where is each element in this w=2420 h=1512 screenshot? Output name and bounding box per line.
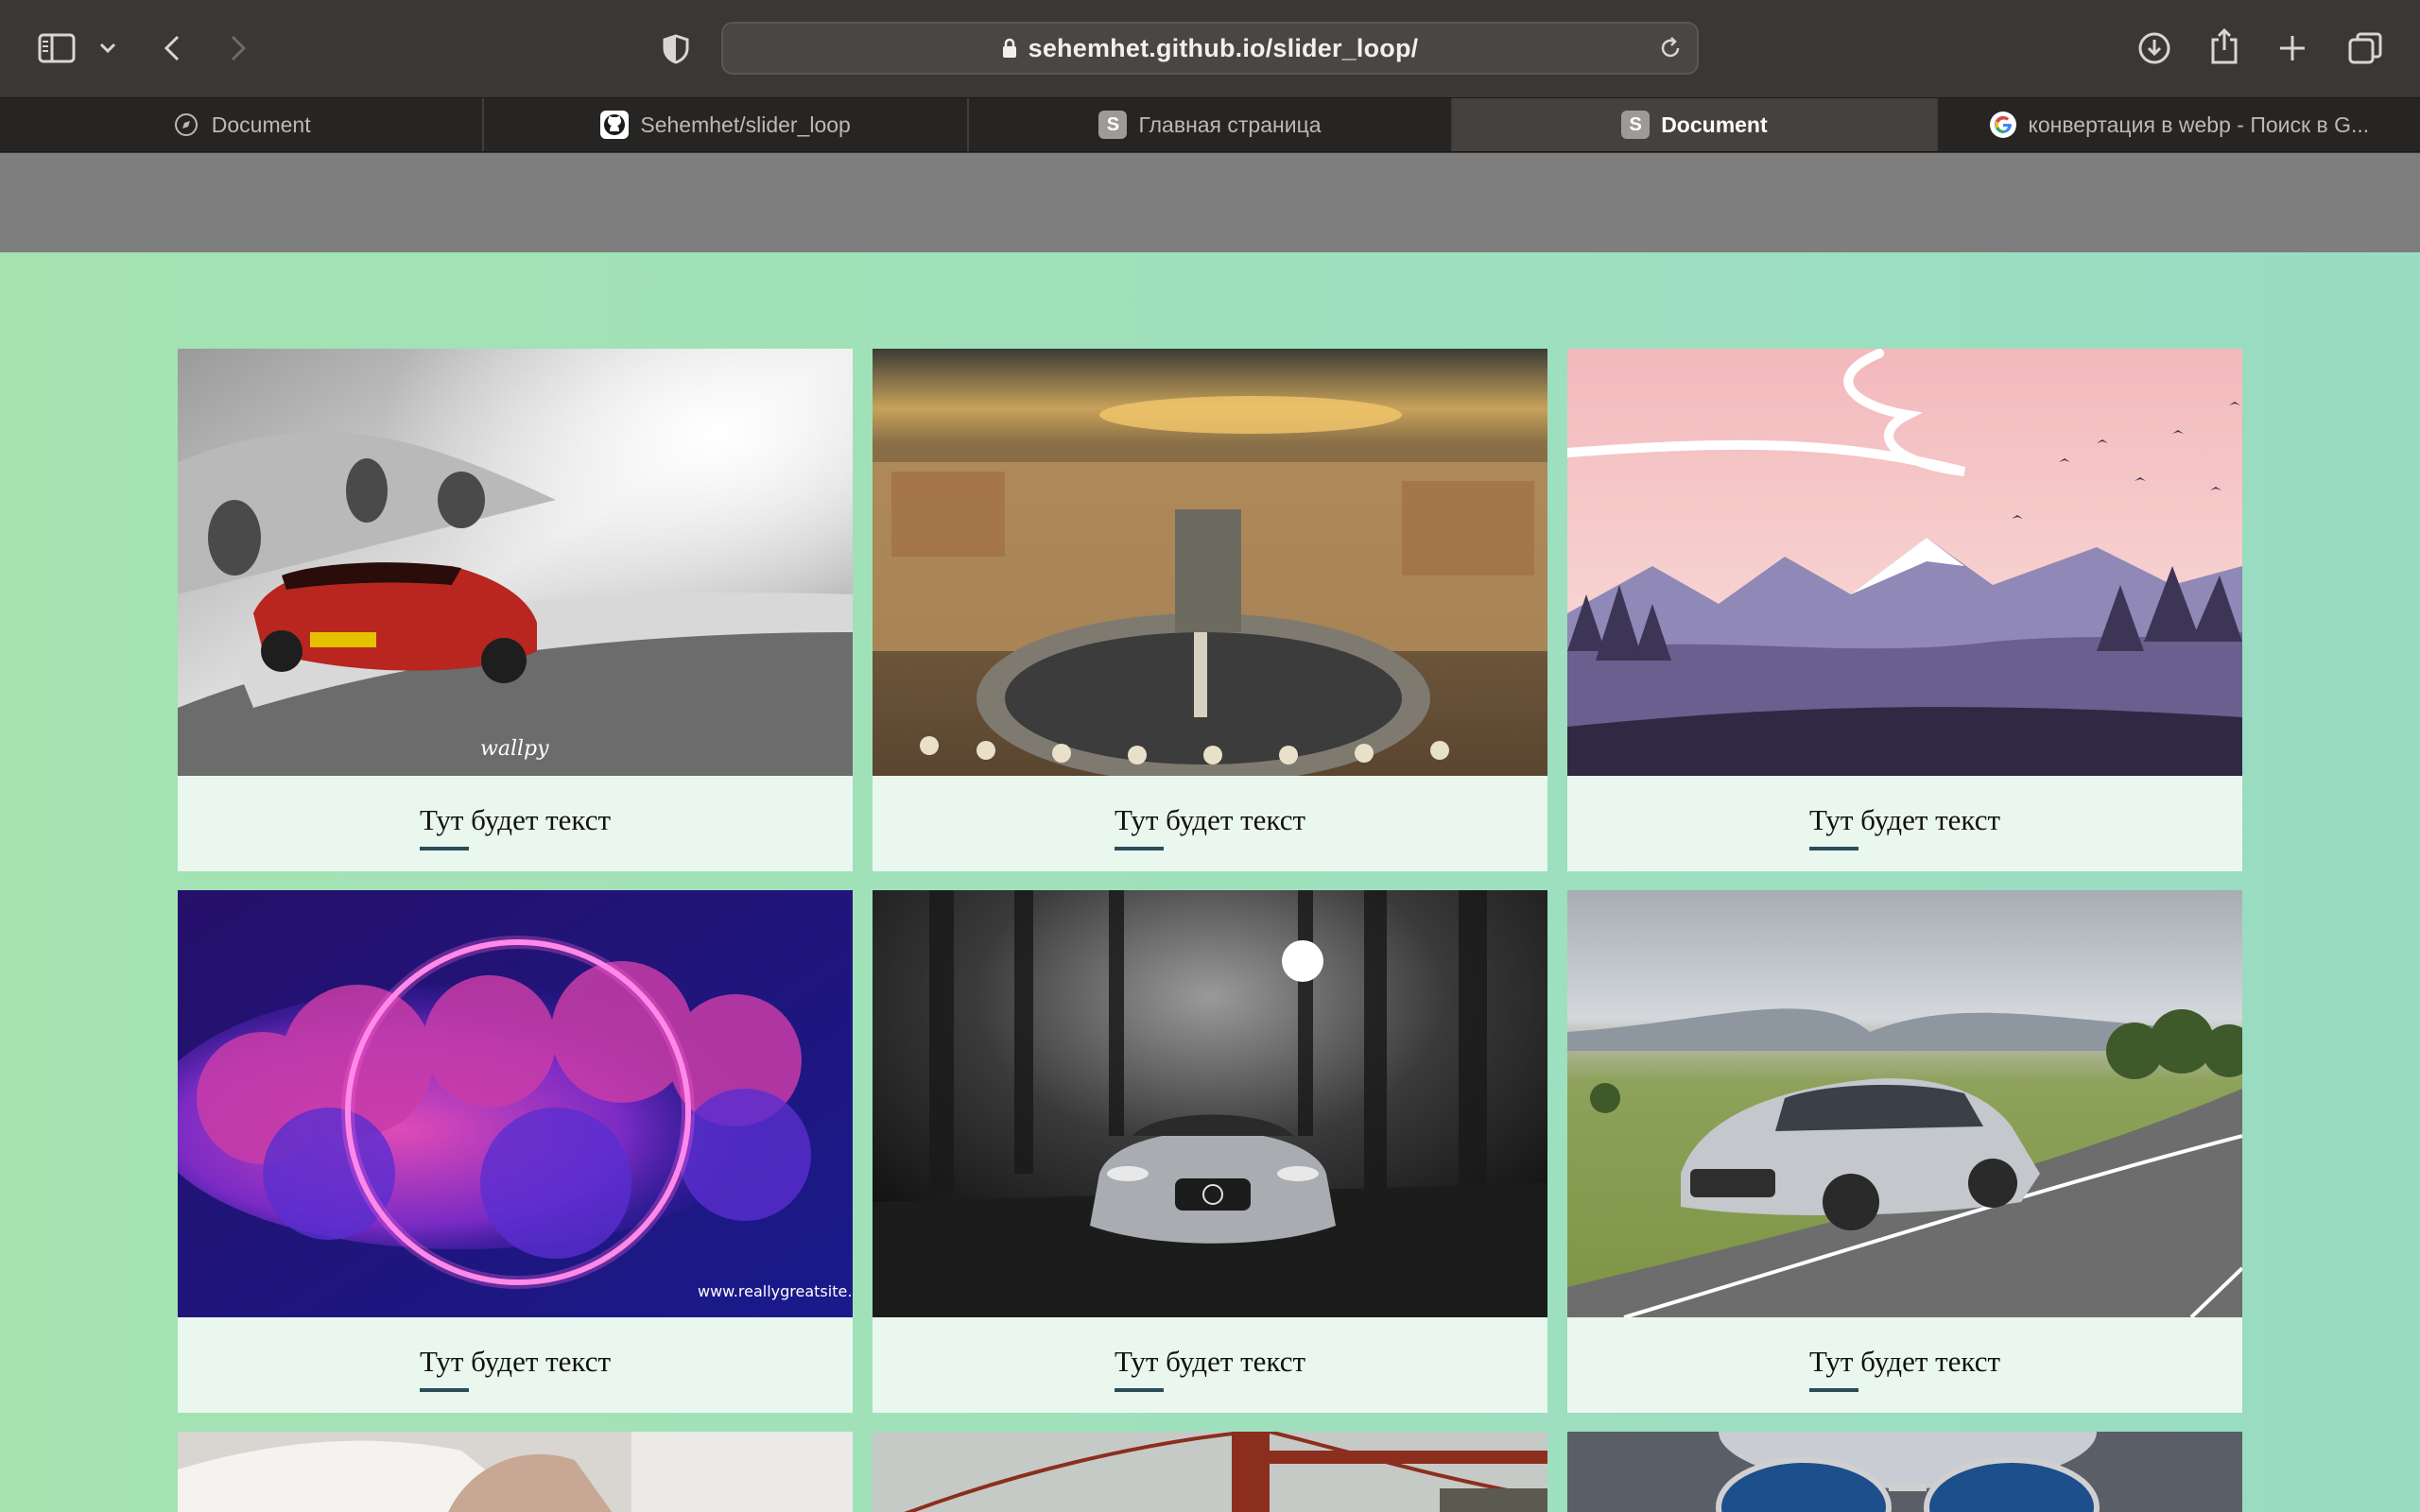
card-caption: Тут будет текст <box>1114 1345 1305 1392</box>
tab-overview-icon[interactable] <box>2346 30 2384 66</box>
tab-label: Document <box>211 112 311 137</box>
city-square-image <box>873 349 1547 776</box>
tab-document-active[interactable]: S Document <box>1453 98 1938 151</box>
svg-text:wallpy: wallpy <box>480 737 549 761</box>
s-badge-icon: S <box>1621 111 1651 139</box>
sidebar-toggle-icon[interactable] <box>36 30 78 66</box>
bridge-image <box>873 1432 1547 1512</box>
tab-label: Document <box>1661 112 1768 137</box>
gallery-card[interactable]: wallpy Тут будет текст <box>178 349 853 871</box>
github-icon <box>600 111 630 139</box>
download-icon[interactable] <box>2136 30 2172 66</box>
new-tab-icon[interactable] <box>2276 32 2308 64</box>
url-text: sehemhet.github.io/slider_loop/ <box>1028 33 1419 62</box>
card-caption: Тут будет текст <box>1808 803 2000 850</box>
tab-google-search[interactable]: конвертация в webp - Поиск в G... <box>1938 98 2420 151</box>
gallery-page: wallpy Тут будет текст Тут будет текст Т… <box>0 252 2420 1512</box>
share-icon[interactable] <box>2208 26 2240 66</box>
tab-github-repo[interactable]: Sehemhet/slider_loop <box>484 98 969 151</box>
reload-icon[interactable] <box>1657 35 1684 61</box>
mountain-illustration-image <box>1567 349 2242 776</box>
back-button[interactable] <box>157 30 187 66</box>
gallery-card[interactable] <box>1567 1432 2242 1512</box>
tab-label: конвертация в webp - Поиск в G... <box>2028 112 2370 137</box>
gallery-card[interactable] <box>873 1432 1547 1512</box>
card-caption: Тут будет текст <box>1808 1345 2000 1392</box>
privacy-shield-icon[interactable] <box>660 32 692 66</box>
card-caption: Тут будет текст <box>419 1345 611 1392</box>
sunglasses-image <box>1567 1432 2242 1512</box>
tab-label: Sehemhet/slider_loop <box>640 112 851 137</box>
gallery-card[interactable]: Тут будет текст <box>873 349 1547 871</box>
gallery-card[interactable] <box>178 1432 853 1512</box>
gallery-grid: wallpy Тут будет текст Тут будет текст Т… <box>178 349 2242 1512</box>
page-viewport[interactable]: wallpy Тут будет текст Тут будет текст Т… <box>0 153 2420 1512</box>
address-bar[interactable]: sehemhet.github.io/slider_loop/ <box>721 22 1699 75</box>
page-header-band <box>0 153 2420 252</box>
s-badge-icon: S <box>1098 111 1128 139</box>
tab-document-1[interactable]: Document <box>0 98 485 151</box>
tab-home-page[interactable]: S Главная страница <box>969 98 1454 151</box>
gallery-card[interactable]: www.reallygreatsite.c Тут будет текст <box>178 890 853 1413</box>
tab-bar: Document Sehemhet/slider_loop S Главная … <box>0 97 2420 152</box>
card-caption: Тут будет текст <box>1114 803 1305 850</box>
person-image <box>178 1432 853 1512</box>
compass-icon <box>172 111 200 139</box>
sedan-road-image <box>1567 890 2242 1317</box>
chevron-down-icon[interactable] <box>95 36 121 60</box>
gallery-card[interactable]: Тут будет текст <box>1567 349 2242 871</box>
gallery-card[interactable]: Тут будет текст <box>1567 890 2242 1413</box>
car-forest-image <box>873 890 1547 1317</box>
google-icon <box>1989 111 2017 139</box>
neon-clouds-image: www.reallygreatsite.c <box>178 890 853 1317</box>
browser-toolbar: sehemhet.github.io/slider_loop/ <box>0 0 2420 97</box>
svg-text:www.reallygreatsite.c: www.reallygreatsite.c <box>698 1282 853 1300</box>
lock-icon <box>1002 38 1017 59</box>
card-caption: Тут будет текст <box>419 803 611 850</box>
gallery-card[interactable]: Тут будет текст <box>873 890 1547 1413</box>
car-snow-image: wallpy <box>178 349 853 776</box>
forward-button[interactable] <box>223 30 253 66</box>
tab-label: Главная страница <box>1138 112 1322 137</box>
